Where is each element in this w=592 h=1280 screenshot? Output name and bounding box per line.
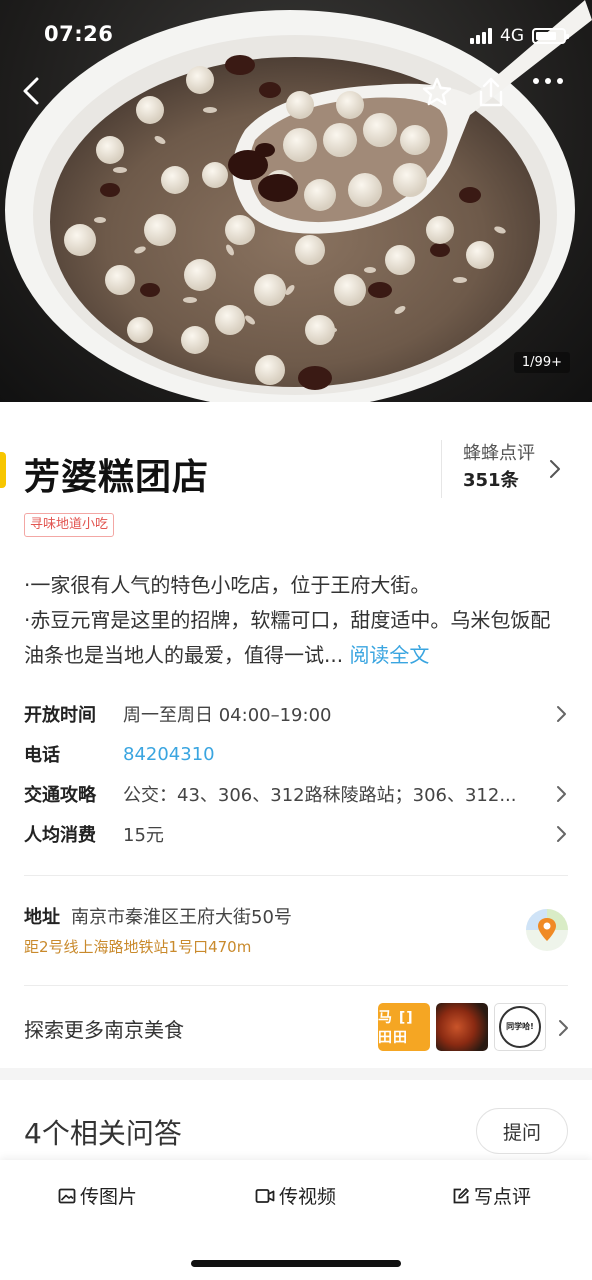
chevron-right-icon: [557, 706, 566, 722]
toolbar-label: 传视频: [279, 1186, 337, 1208]
chevron-right-icon: [557, 786, 566, 802]
home-indicator[interactable]: [191, 1260, 401, 1267]
info-row-transport[interactable]: 交通攻略 公交：43、306、312路秣陵路站；306、312...: [24, 774, 568, 814]
title-accent-bar: [0, 452, 6, 488]
video-icon: [255, 1188, 275, 1203]
thumbnail-logo-text: 同学哈!: [499, 1006, 541, 1048]
dessert-photo: [5, 0, 592, 402]
write-review-button[interactable]: 写点评: [452, 1182, 531, 1209]
photo-counter[interactable]: 1/99+: [513, 352, 570, 373]
page-title: 芳婆糕团店: [24, 457, 210, 498]
description-line: ·赤豆元宵是这里的招牌，软糯可口，甜度适中。乌米包饭配油条也是当地人的最爱，值得…: [24, 603, 568, 673]
explore-food-link[interactable]: 探索更多南京美食: [24, 1014, 184, 1043]
info-row-hours[interactable]: 开放时间 周一至周日 04:00–19:00: [24, 694, 568, 734]
hero-photo[interactable]: 07:26 4G 1/99+: [0, 0, 592, 402]
description-text: ·赤豆元宵是这里的招牌，软糯可口，甜度适中。乌米包饭配油条也是当地人的最爱，值得…: [24, 608, 551, 667]
toolbar-label: 传图片: [80, 1186, 138, 1208]
upload-video-button[interactable]: 传视频: [255, 1182, 336, 1209]
review-source: 蜂蜂点评: [463, 443, 535, 464]
section-separator: [0, 1068, 592, 1080]
chevron-right-icon[interactable]: [558, 1019, 570, 1037]
info-row-phone[interactable]: 电话 84204310: [24, 734, 568, 774]
chevron-right-icon[interactable]: [548, 458, 562, 480]
address-value[interactable]: 南京市秦淮区王府大街50号: [71, 903, 292, 929]
feature-tag: 寻味地道小吃: [24, 513, 115, 537]
description-line: ·一家很有人气的特色小吃店，位于王府大街。: [24, 573, 431, 597]
share-icon: [479, 77, 503, 107]
info-label: 交通攻略: [24, 785, 96, 806]
shop-description: ·一家很有人气的特色小吃店，位于王府大街。 ·赤豆元宵是这里的招牌，软糯可口，甜…: [24, 568, 568, 673]
more-button[interactable]: [532, 76, 572, 116]
upload-photo-button[interactable]: 传图片: [58, 1182, 137, 1209]
info-label: 电话: [24, 745, 60, 766]
explore-thumbnail[interactable]: 马 [] 田田: [378, 1003, 430, 1051]
info-label: 开放时间: [24, 705, 96, 726]
back-button[interactable]: [20, 76, 60, 116]
address-distance: 距2号线上海路地铁站1号口470m: [24, 938, 252, 956]
address-label: 地址: [24, 907, 60, 928]
share-button[interactable]: [476, 76, 516, 116]
review-count: 351条: [463, 470, 519, 491]
status-indicators: 4G: [470, 26, 569, 46]
chevron-left-icon: [23, 77, 39, 105]
battery-icon: [532, 28, 569, 44]
reviews-link[interactable]: 蜂蜂点评 351条: [441, 440, 535, 498]
ask-question-button[interactable]: 提问: [476, 1108, 568, 1154]
image-icon: [58, 1188, 76, 1203]
network-type: 4G: [500, 26, 524, 46]
divider: [24, 875, 568, 876]
read-more-link[interactable]: 阅读全文: [349, 643, 429, 667]
info-label: 人均消费: [24, 825, 96, 846]
star-outline-icon: [422, 77, 452, 106]
info-row-price[interactable]: 人均消费 15元: [24, 814, 568, 854]
divider: [24, 985, 568, 986]
phone-link[interactable]: 84204310: [123, 744, 568, 765]
explore-thumbnail[interactable]: 同学哈!: [494, 1003, 546, 1051]
edit-icon: [453, 1187, 469, 1203]
bottom-toolbar: 传图片 传视频 写点评: [0, 1160, 592, 1280]
explore-thumbnail[interactable]: [436, 1003, 488, 1051]
map-location-icon[interactable]: [525, 908, 569, 952]
info-value: 公交：43、306、312路秣陵路站；306、312...: [123, 785, 517, 806]
toolbar-label: 写点评: [474, 1186, 532, 1208]
signal-icon: [470, 28, 492, 44]
chevron-right-icon: [557, 826, 566, 842]
qa-section-title: 4个相关问答: [24, 1117, 182, 1150]
status-time: 07:26: [44, 22, 114, 46]
favorite-button[interactable]: [421, 76, 461, 116]
more-dots-icon: [533, 78, 563, 84]
info-value: 15元: [123, 825, 164, 846]
info-value: 周一至周日 04:00–19:00: [123, 705, 332, 726]
